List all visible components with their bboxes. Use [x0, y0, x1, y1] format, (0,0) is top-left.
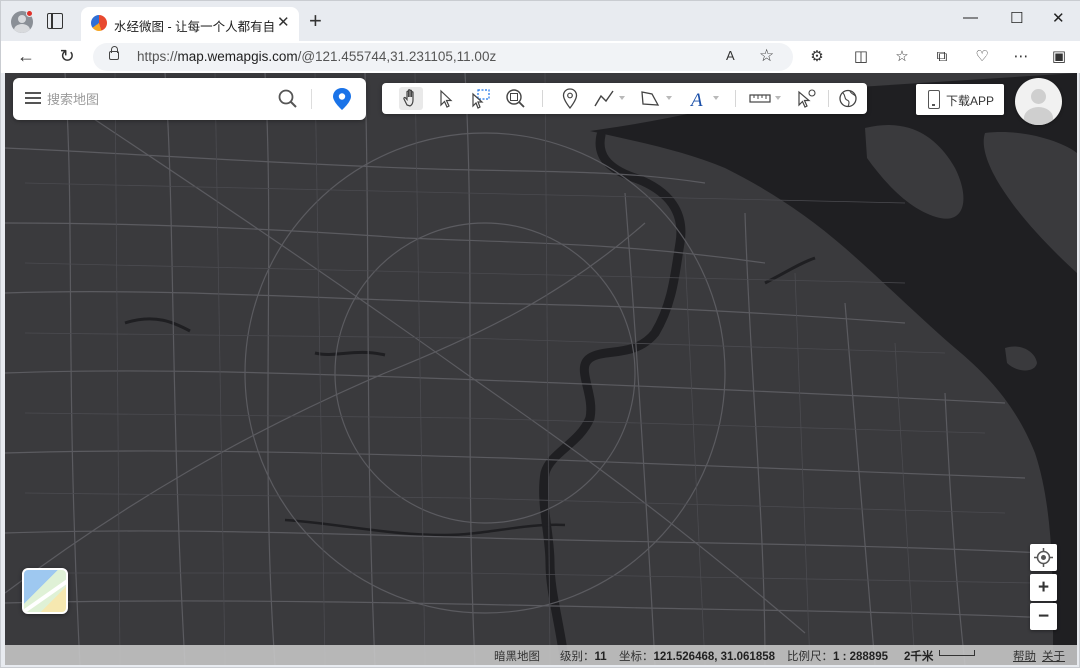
- measure-ruler-icon[interactable]: [748, 87, 772, 110]
- read-aloud-icon[interactable]: A: [726, 48, 735, 63]
- refresh-icon[interactable]: ↻: [56, 45, 78, 67]
- basemap-switcher-thumbnail[interactable]: [22, 568, 68, 614]
- menu-hamburger-icon[interactable]: [25, 92, 41, 104]
- tab-title: 水经微图 - 让每一个人都有自己的: [114, 20, 274, 34]
- new-tab-button[interactable]: +: [309, 10, 322, 32]
- search-divider: [311, 89, 312, 109]
- coordinates-value: 121.526468, 31.061858: [653, 651, 776, 663]
- close-window-button[interactable]: ✕: [1052, 9, 1065, 27]
- url-text[interactable]: https://map.wemapgis.com/@121.455744,31.…: [137, 49, 496, 64]
- map-search-box: [13, 78, 366, 120]
- collections-icon[interactable]: ⧉: [934, 49, 950, 65]
- notification-dot: [26, 10, 33, 17]
- split-screen-icon[interactable]: ◫: [853, 49, 869, 65]
- favorite-star-icon[interactable]: ☆: [759, 46, 774, 66]
- url-host: map.wemapgis.com: [177, 49, 298, 64]
- map-status-bar: 暗黑地图 级别：11 坐标：121.526468, 31.061858 比例尺：…: [5, 645, 1077, 665]
- site-favicon-icon: [91, 15, 107, 31]
- map-toolbar: A: [382, 83, 867, 114]
- download-app-label: 下载APP: [946, 94, 995, 108]
- pan-hand-icon[interactable]: [399, 87, 423, 110]
- zoom-level-label: 级别：: [560, 651, 595, 663]
- polygon-tool-icon[interactable]: [638, 87, 662, 110]
- polygon-dropdown-icon[interactable]: [666, 96, 672, 100]
- zoom-out-button[interactable]: −: [1030, 603, 1057, 630]
- favorites-icon[interactable]: ☆: [894, 49, 910, 65]
- polyline-tool-icon[interactable]: [592, 87, 616, 110]
- text-tool-icon[interactable]: A: [685, 87, 709, 111]
- extensions-icon[interactable]: ⚙: [809, 49, 825, 65]
- scale-value: 1 : 288895: [833, 651, 888, 663]
- map-canvas[interactable]: A 下载APP +: [5, 73, 1077, 665]
- coordinates-label: 坐标：: [619, 651, 654, 663]
- more-menu-icon[interactable]: ⋯: [1013, 49, 1029, 65]
- url-scheme: https://: [137, 49, 178, 64]
- map-search-input[interactable]: [47, 89, 267, 109]
- phone-icon: [928, 90, 940, 109]
- lock-icon[interactable]: [109, 46, 119, 60]
- toolbar-separator: [828, 90, 829, 107]
- marker-tool-icon[interactable]: [558, 87, 582, 110]
- browser-tab[interactable]: 水经微图 - 让每一个人都有自己的 ✕: [81, 7, 299, 41]
- scale-label: 比例尺：: [787, 651, 833, 663]
- navigation-bar: ← ↻ https://map.wemapgis.com/@121.455744…: [1, 41, 1080, 73]
- map-basemap: [5, 73, 1077, 665]
- about-link[interactable]: 关于: [1042, 648, 1065, 664]
- polyline-dropdown-icon[interactable]: [619, 96, 625, 100]
- search-icon[interactable]: [277, 88, 299, 110]
- minimize-button[interactable]: —: [963, 9, 978, 26]
- tab-close-icon[interactable]: ✕: [277, 13, 290, 33]
- sidebar-icon[interactable]: ▣: [1051, 49, 1067, 65]
- zoom-level: 级别：11: [560, 648, 607, 664]
- text-dropdown-icon[interactable]: [713, 96, 719, 100]
- tab-strip: 水经微图 - 让每一个人都有自己的 ✕ + — ☐ ✕: [1, 1, 1080, 41]
- browser-essentials-icon[interactable]: ♡: [974, 49, 990, 65]
- tab-actions-icon[interactable]: [47, 13, 63, 29]
- location-pin-icon[interactable]: [331, 87, 353, 111]
- user-avatar[interactable]: [1015, 78, 1062, 125]
- zoom-in-button[interactable]: +: [1030, 574, 1057, 601]
- locate-me-button[interactable]: [1030, 544, 1057, 571]
- select-arrow-icon[interactable]: [434, 87, 458, 110]
- basemap-name: 暗黑地图: [494, 651, 540, 663]
- svg-text:A: A: [689, 90, 703, 110]
- address-bar[interactable]: https://map.wemapgis.com/@121.455744,31.…: [93, 43, 793, 71]
- measure-dropdown-icon[interactable]: [775, 96, 781, 100]
- zoom-level-value: 11: [594, 651, 607, 663]
- toolbar-separator: [542, 90, 543, 107]
- map-scale: 比例尺：1 : 288895: [787, 648, 888, 664]
- box-select-icon[interactable]: [468, 87, 492, 110]
- scale-bar: [939, 650, 975, 656]
- browser-window: 水经微图 - 让每一个人都有自己的 ✕ + — ☐ ✕ ← ↻ https://…: [0, 0, 1080, 668]
- maximize-button[interactable]: ☐: [1010, 9, 1023, 27]
- toolbar-separator: [735, 90, 736, 107]
- zoom-region-icon[interactable]: [503, 87, 527, 110]
- globe-icon[interactable]: [836, 87, 860, 110]
- scale-bar-text: 2千米: [904, 651, 934, 663]
- download-app-button[interactable]: 下载APP: [916, 84, 1004, 115]
- crosshair-icon: [1034, 548, 1053, 567]
- cursor-coordinates: 坐标：121.526468, 31.061858: [619, 648, 775, 664]
- url-path: /@121.455744,31.231105,11.00z: [297, 49, 497, 64]
- help-link[interactable]: 帮助: [1013, 648, 1036, 664]
- identify-cursor-icon[interactable]: [794, 87, 818, 110]
- back-arrow-icon[interactable]: ←: [15, 45, 37, 67]
